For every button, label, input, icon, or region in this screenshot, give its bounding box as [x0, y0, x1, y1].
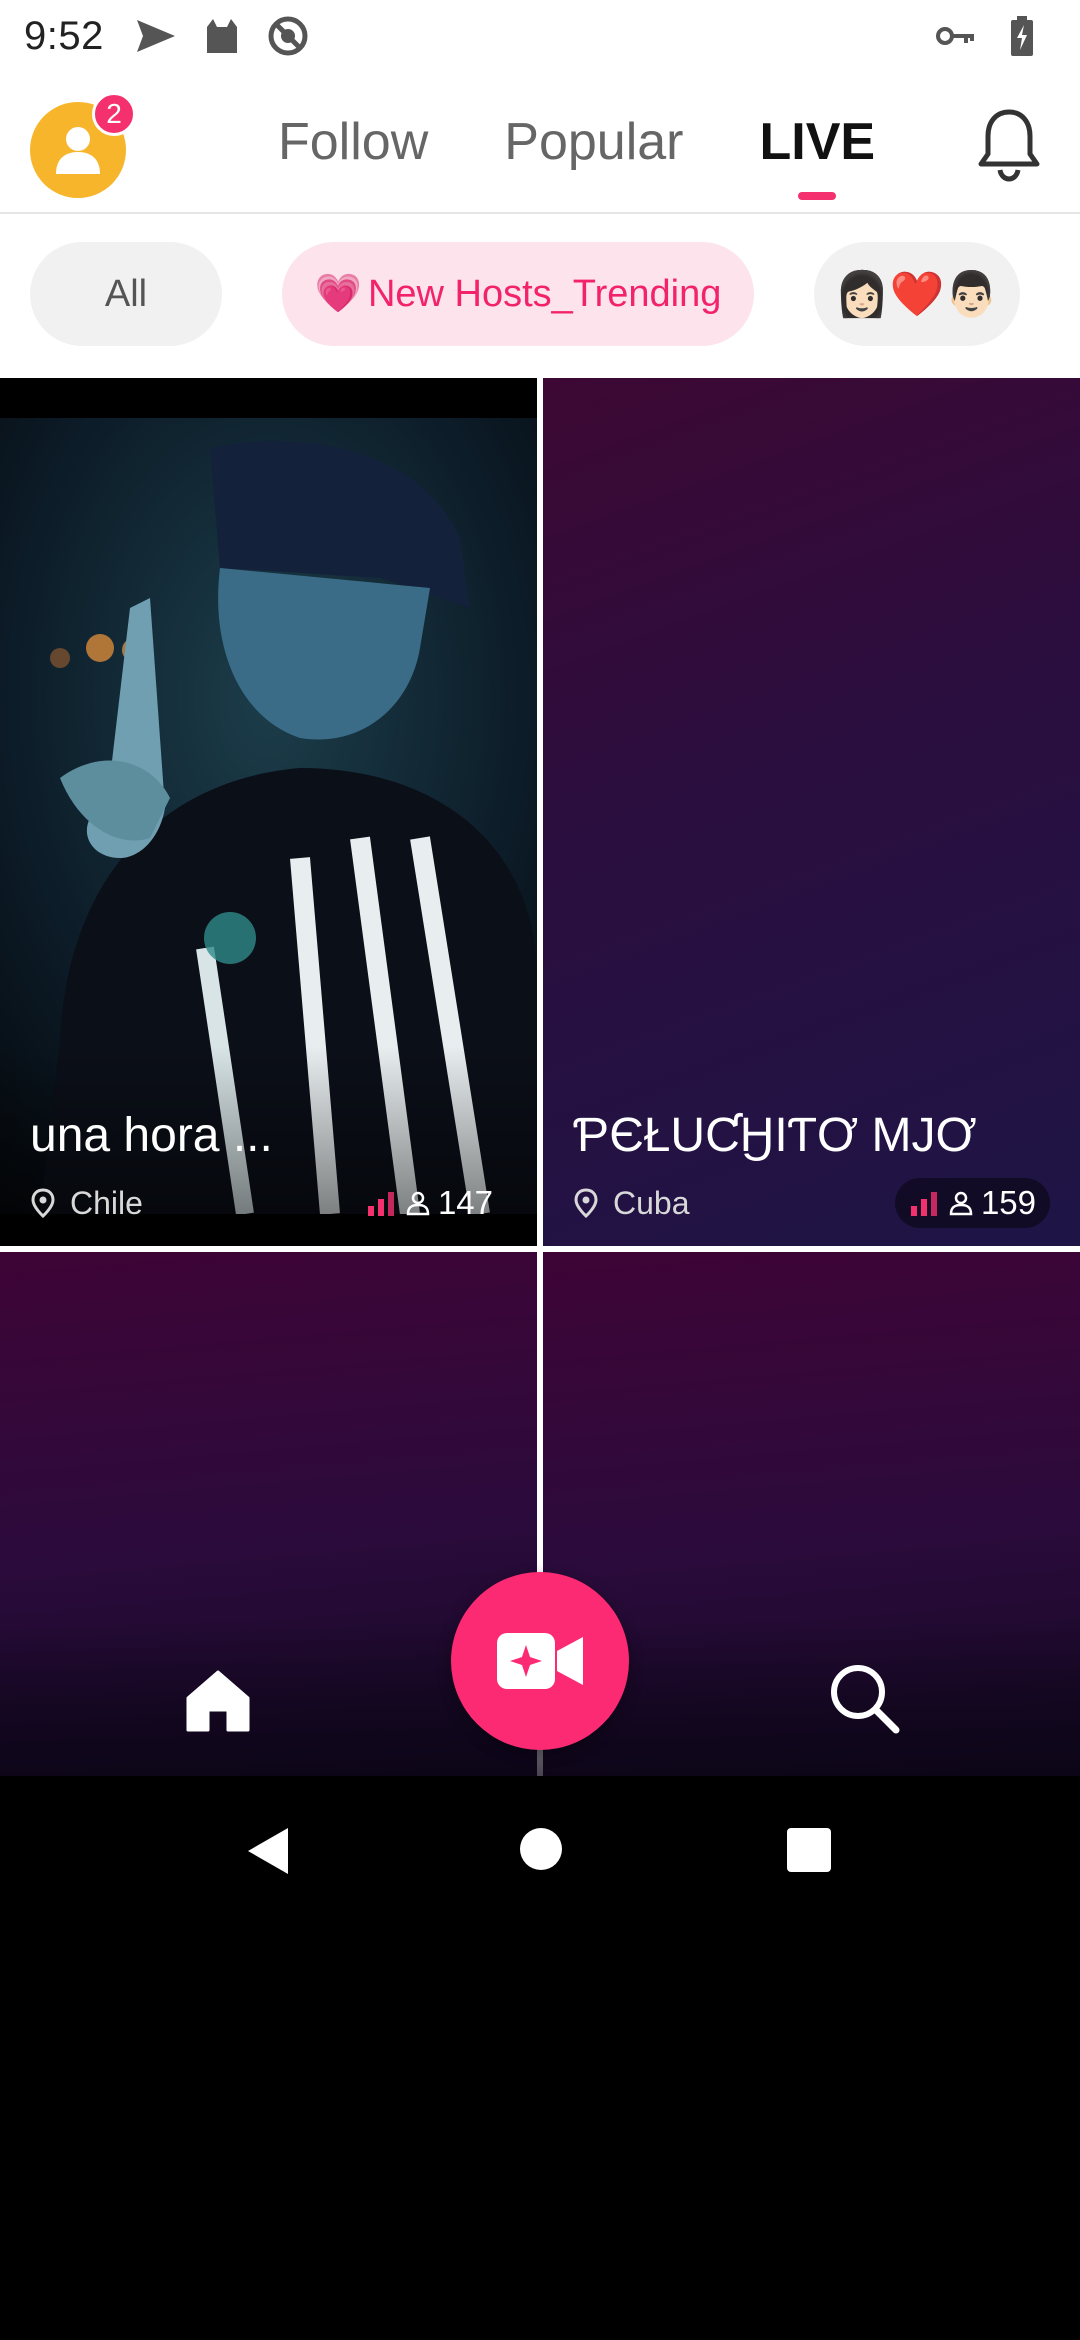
notification-badge: 2	[92, 92, 136, 136]
viewer-count: 159	[894, 1178, 1050, 1228]
stream-location: Cuba	[613, 1184, 690, 1221]
location-pin-icon	[31, 1188, 55, 1218]
battery-charging-icon	[1000, 14, 1044, 58]
recents-icon[interactable]	[787, 1828, 831, 1877]
no-ads-icon	[266, 14, 310, 58]
viewer-count: 147	[352, 1178, 507, 1228]
active-tab-indicator	[798, 192, 837, 200]
nav-tabs: Follow Popular LIVE	[278, 112, 876, 200]
tab-live[interactable]: LIVE	[759, 112, 876, 200]
stream-card[interactable]: ƤЄŁUƇӇIƬƠ MJƠ Cuba 159	[543, 378, 1080, 1246]
search-icon[interactable]	[826, 1660, 902, 1736]
location-pin-icon	[574, 1188, 598, 1218]
filter-bar: All 💗 New Hosts_Trending 👩🏻❤️👨🏻	[0, 214, 1080, 378]
live-signal-icon	[367, 1192, 394, 1216]
stream-location: Chile	[70, 1184, 143, 1221]
person-icon	[949, 1191, 973, 1216]
send-icon	[134, 14, 178, 58]
stream-title: ƤЄŁUƇӇIƬƠ MJƠ	[573, 1109, 977, 1162]
video-camera-icon	[497, 1633, 583, 1689]
system-nav-bar	[0, 1776, 1080, 1920]
bell-icon[interactable]	[974, 106, 1044, 182]
status-icons-left	[134, 14, 310, 58]
status-time: 9:52	[24, 13, 104, 58]
tab-follow-label: Follow	[278, 113, 429, 171]
cat-icon	[200, 14, 244, 58]
tab-popular[interactable]: Popular	[504, 112, 683, 172]
stream-title: una hora ...	[30, 1109, 273, 1162]
home-icon[interactable]	[182, 1664, 254, 1736]
key-icon	[934, 14, 978, 58]
stream-grid: una hora ... Chile 147 ƤЄŁUƇӇIƬƠ MJƠ Cub…	[0, 378, 1080, 1776]
live-signal-icon	[910, 1192, 937, 1216]
viewer-count-value: 147	[437, 1184, 493, 1221]
back-icon[interactable]	[244, 1826, 290, 1881]
filter-all-chip[interactable]: All	[30, 242, 222, 346]
tab-popular-label: Popular	[504, 113, 684, 171]
stream-card[interactable]: una hora ... Chile 147	[0, 378, 537, 1246]
tab-follow[interactable]: Follow	[278, 112, 428, 172]
stream-meta: Cuba 159	[573, 1178, 1050, 1228]
tab-live-label: LIVE	[759, 113, 876, 171]
filter-couple-chip[interactable]: 👩🏻❤️👨🏻	[814, 242, 1020, 346]
viewer-count-value: 159	[980, 1184, 1036, 1221]
filter-trending-chip[interactable]: 💗 New Hosts_Trending	[282, 242, 754, 346]
status-bar: 9:52	[0, 0, 1080, 72]
filter-all-label: All	[104, 272, 148, 315]
stream-meta: Chile 147	[30, 1178, 507, 1228]
status-icons-right	[934, 14, 1044, 58]
sparkling-heart-icon: 💗	[314, 273, 362, 315]
top-header: 2 Follow Popular LIVE	[0, 72, 1080, 214]
person-icon	[406, 1191, 430, 1216]
home-circle-icon[interactable]	[518, 1826, 564, 1877]
go-live-button[interactable]	[451, 1572, 629, 1750]
couple-emoji: 👩🏻❤️👨🏻	[834, 270, 1000, 319]
filter-trending-label: New Hosts_Trending	[367, 272, 722, 315]
